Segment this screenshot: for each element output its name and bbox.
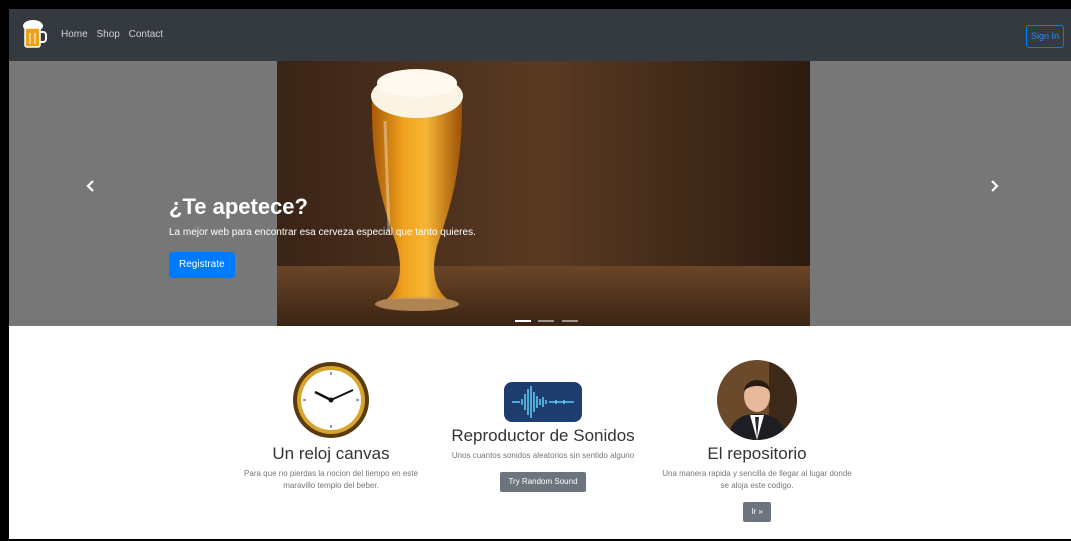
feature-sound: Reproductor de Sonidos Unos cuantos soni… [443, 326, 643, 492]
chevron-left-icon [86, 180, 94, 192]
nav-contact[interactable]: Contact [129, 29, 163, 40]
carousel-next-arrow[interactable] [984, 177, 1004, 198]
carousel-caption: ¿Te apetece? La mejor web para encontrar… [169, 193, 476, 278]
features-section: Un reloj canvas Para que no pierdas la n… [9, 326, 1071, 539]
go-repo-button[interactable]: Ir » [743, 502, 771, 522]
avatar [717, 360, 797, 440]
nav-home[interactable]: Home [61, 29, 88, 40]
register-button[interactable]: Registrate [169, 252, 235, 278]
sign-in-button[interactable]: Sign In [1026, 25, 1064, 48]
carousel-title: ¿Te apetece? [169, 194, 308, 219]
carousel-subtitle: La mejor web para encontrar esa cerveza … [169, 227, 476, 238]
page: Home Shop Contact Sign In ¿Te apetece? L… [9, 9, 1071, 539]
feature-clock: Un reloj canvas Para que no pierdas la n… [231, 326, 431, 492]
feature-clock-text: Para que no pierdas la nocion del tiempo… [244, 469, 418, 490]
feature-repo-title: El repositorio [707, 444, 807, 463]
feature-repo: El repositorio Una manera rapida y senci… [657, 326, 857, 522]
feature-repo-text: Una manera rapida y sencilla de llegar a… [662, 469, 852, 490]
carousel-prev-arrow[interactable] [81, 177, 101, 198]
nav-shop[interactable]: Shop [96, 29, 119, 40]
carousel-indicator-1[interactable] [515, 320, 531, 322]
try-random-sound-button[interactable]: Try Random Sound [500, 472, 586, 492]
carousel-indicator-3[interactable] [561, 320, 578, 322]
clock-icon [293, 362, 369, 438]
feature-sound-title: Reproductor de Sonidos [451, 426, 635, 445]
chevron-right-icon [991, 180, 999, 192]
navbar: Home Shop Contact Sign In [9, 9, 1071, 61]
beer-mug-logo-icon[interactable] [21, 19, 47, 49]
carousel-indicators [515, 309, 581, 326]
hero-carousel: ¿Te apetece? La mejor web para encontrar… [9, 61, 1071, 326]
feature-clock-title: Un reloj canvas [272, 444, 390, 463]
sound-wave-icon [504, 382, 582, 422]
carousel-indicator-2[interactable] [538, 320, 555, 322]
feature-sound-text: Unos cuantos sonidos aleatorios sin sent… [451, 451, 635, 460]
nav-links: Home Shop Contact [61, 29, 169, 40]
